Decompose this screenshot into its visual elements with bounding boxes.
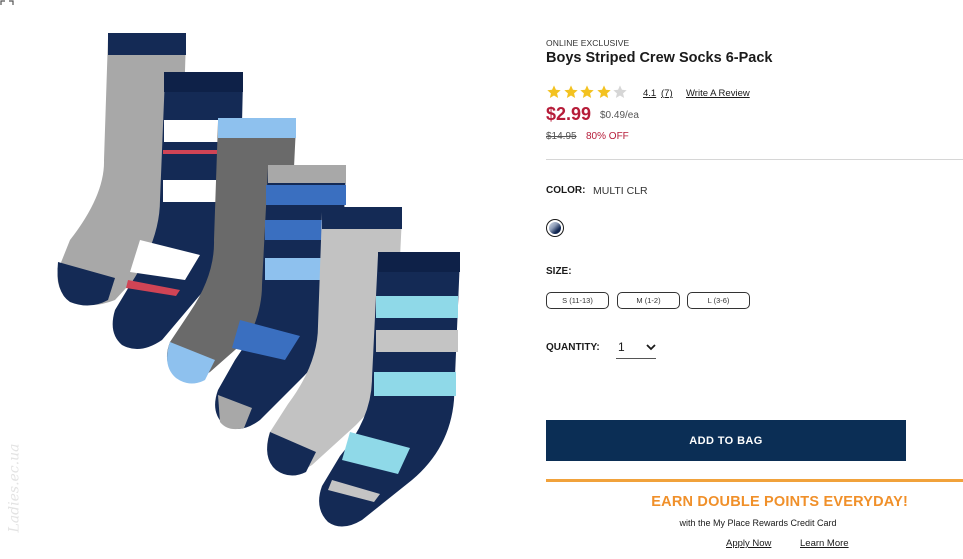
online-exclusive-badge: ONLINE EXCLUSIVE <box>546 38 630 48</box>
discount-badge: 80% OFF <box>586 131 629 142</box>
size-label: SIZE: <box>546 266 572 277</box>
watermark: Ladies.ec.ua <box>6 443 23 533</box>
star-icon <box>580 85 594 98</box>
socks-photo <box>57 33 460 527</box>
star-icon <box>547 85 561 98</box>
divider <box>546 159 963 160</box>
size-option-m[interactable]: M (1-2) <box>617 292 680 309</box>
expand-icon[interactable] <box>0 0 14 10</box>
color-label: COLOR: <box>546 185 586 196</box>
quantity-value: 1 <box>618 340 625 354</box>
apply-now-link[interactable]: Apply Now <box>726 538 771 549</box>
learn-more-link[interactable]: Learn More <box>800 538 849 549</box>
write-review-link[interactable]: Write A Review <box>686 88 750 99</box>
star-empty-icon <box>613 85 627 98</box>
color-swatch[interactable] <box>546 219 564 237</box>
original-price: $14.95 <box>546 131 577 142</box>
product-title: Boys Striped Crew Socks 6-Pack <box>546 50 773 66</box>
quantity-label: QUANTITY: <box>546 342 600 353</box>
chevron-down-icon <box>646 344 656 351</box>
star-icon <box>596 85 611 98</box>
promo-title: EARN DOUBLE POINTS EVERYDAY! <box>651 494 908 510</box>
promo-divider <box>546 479 963 482</box>
color-value: MULTI CLR <box>593 185 648 197</box>
size-option-l[interactable]: L (3-6) <box>687 292 750 309</box>
promo-subtitle: with the My Place Rewards Credit Card <box>679 518 837 528</box>
add-to-bag-button[interactable]: ADD TO BAG <box>546 420 906 461</box>
review-count-link[interactable]: (7) <box>661 88 673 99</box>
unit-price: $0.49/ea <box>600 110 639 121</box>
product-details: ONLINE EXCLUSIVE Boys Striped Crew Socks… <box>546 0 963 559</box>
rating-value[interactable]: 4.1 <box>643 88 656 99</box>
star-icon <box>563 85 578 98</box>
star-rating[interactable] <box>546 84 629 100</box>
product-image[interactable]: Ladies.ec.ua <box>0 0 540 559</box>
size-option-s[interactable]: S (11-13) <box>546 292 609 309</box>
sale-price: $2.99 <box>546 104 592 124</box>
quantity-select[interactable]: 1 <box>616 338 656 359</box>
